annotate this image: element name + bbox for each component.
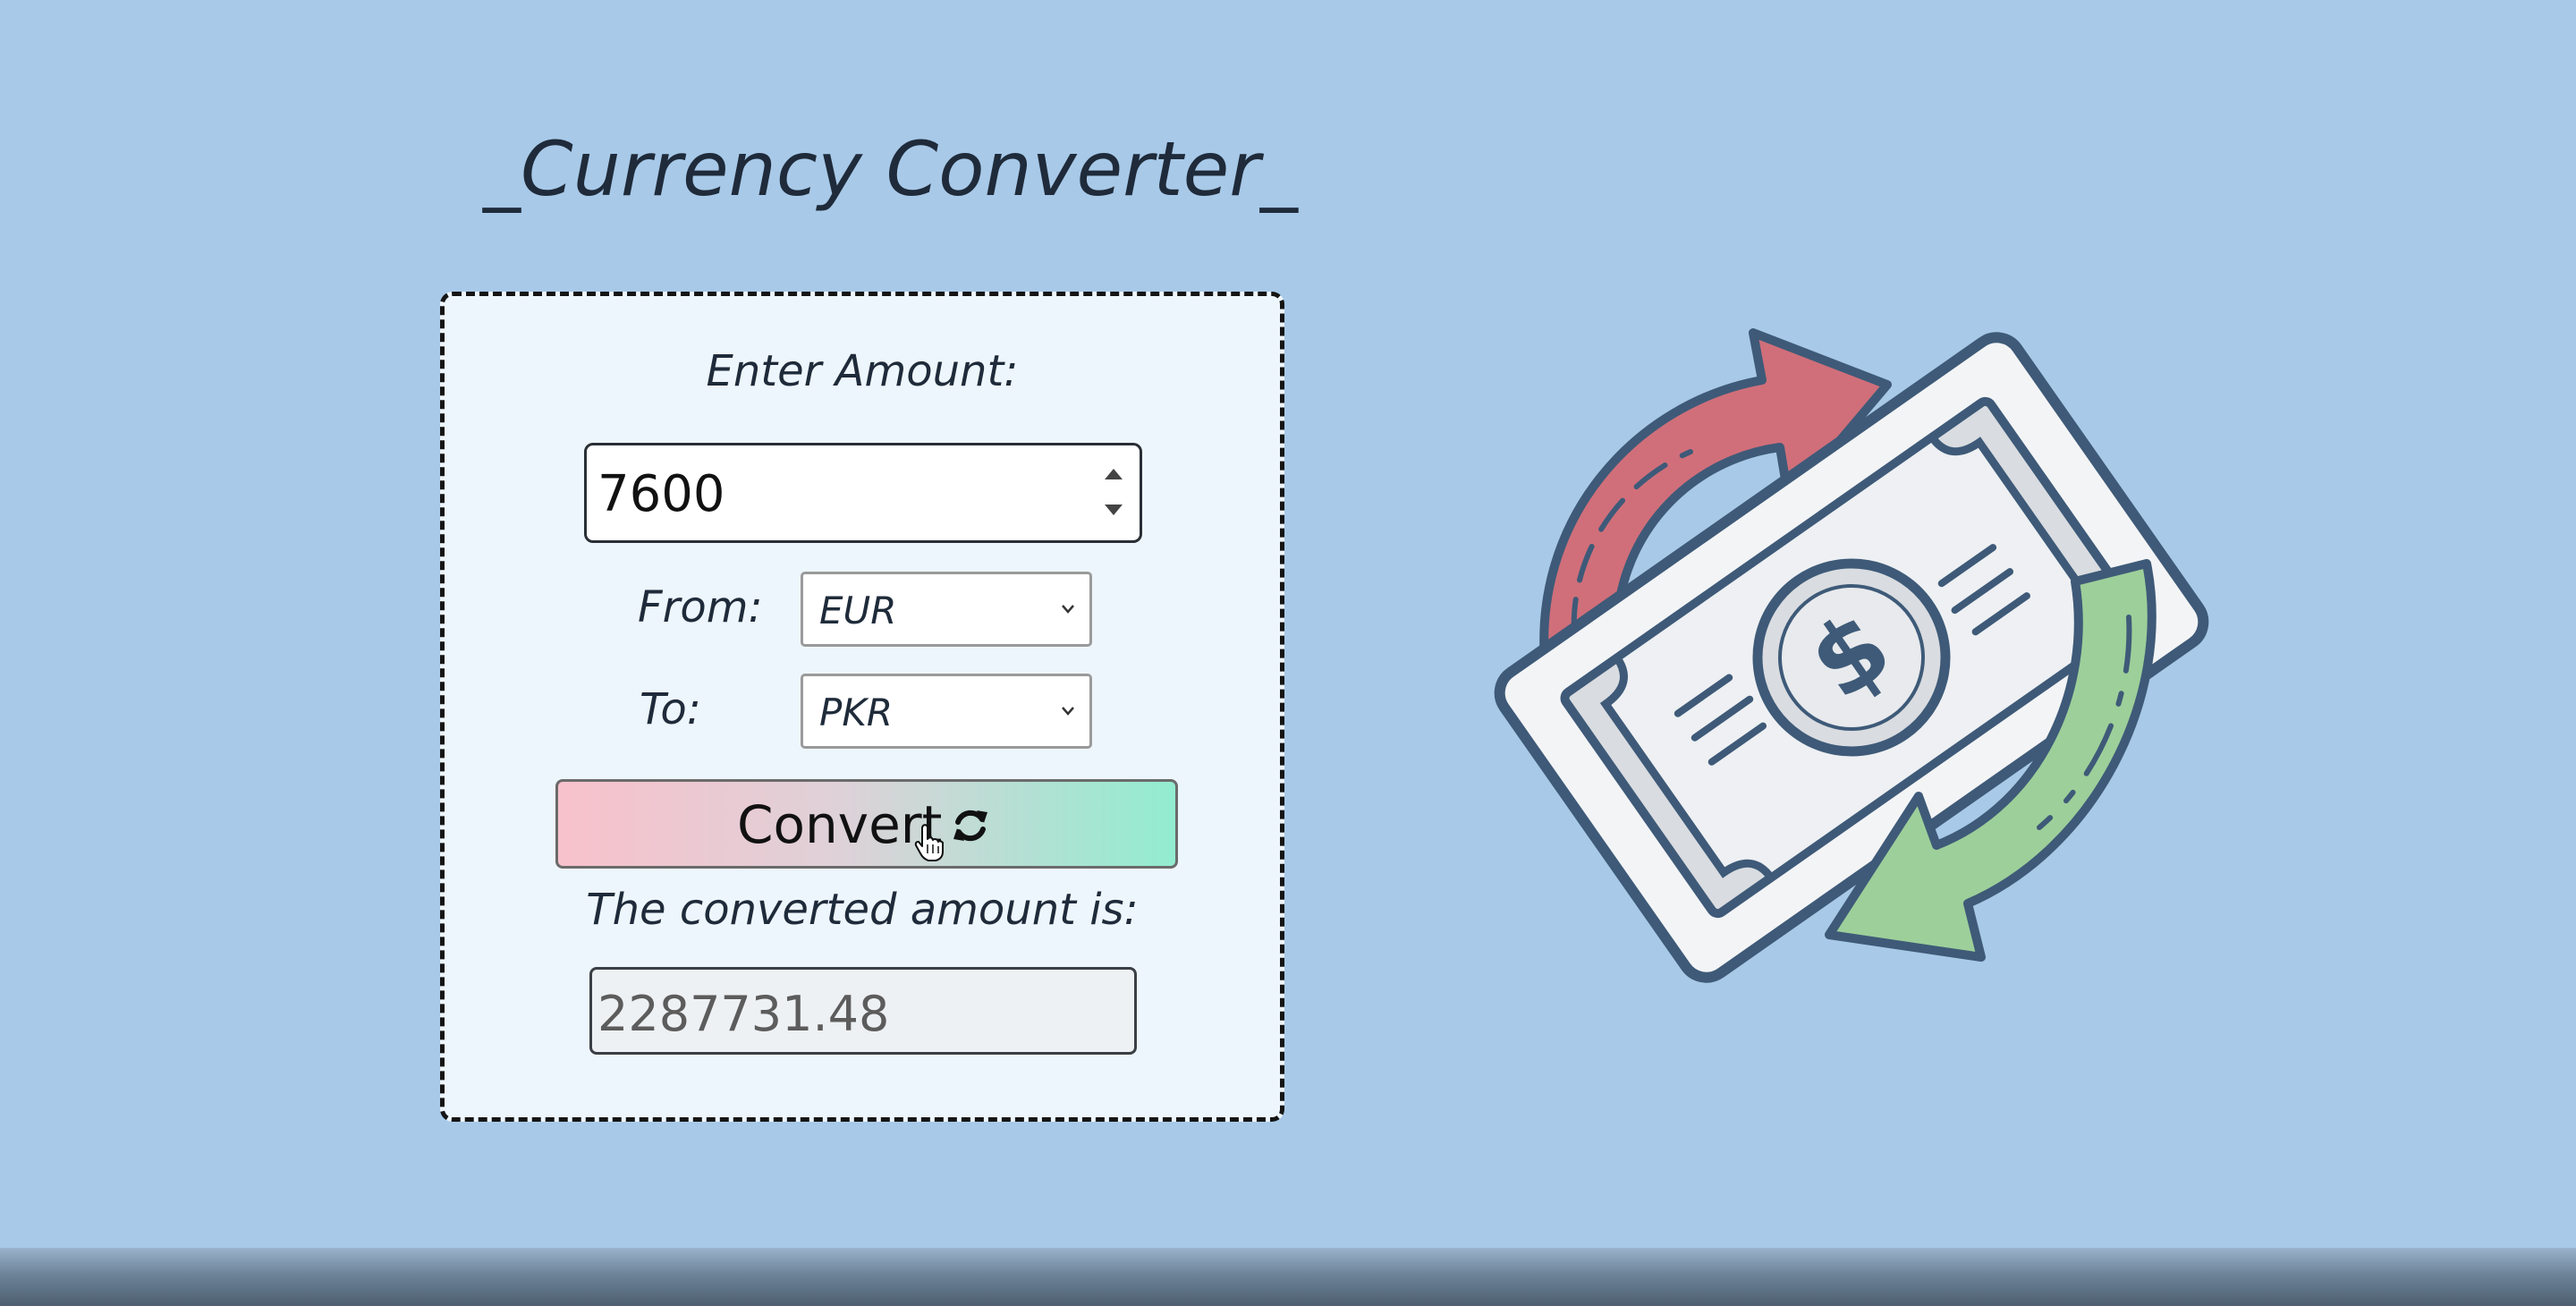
money-exchange-icon: $ xyxy=(1494,328,2209,983)
to-currency-select[interactable]: PKR xyxy=(801,674,1092,749)
chevron-down-icon xyxy=(1062,707,1074,716)
convert-button-label: Convert xyxy=(737,794,943,855)
hand-pointer-icon xyxy=(914,824,944,861)
page: _Currency Converter_ Enter Amount: 7600 … xyxy=(0,0,2576,1306)
result-label: The converted amount is: xyxy=(586,885,1139,935)
result-field: 2287731.48 xyxy=(589,967,1137,1055)
converter-card: Enter Amount: 7600 From: EUR To: PKR Con… xyxy=(440,292,1284,1122)
amount-input[interactable]: 7600 xyxy=(584,443,1142,543)
spin-up-icon[interactable] xyxy=(1105,469,1123,479)
convert-button[interactable]: Convert xyxy=(555,779,1178,869)
spin-down-icon[interactable] xyxy=(1105,505,1123,515)
to-label: To: xyxy=(640,684,701,734)
chevron-down-icon xyxy=(1062,605,1074,614)
bottom-edge-bar xyxy=(0,1248,2576,1306)
page-title: _Currency Converter_ xyxy=(483,125,1298,213)
to-currency-value: PKR xyxy=(819,691,894,734)
amount-value: 7600 xyxy=(597,465,725,523)
from-label: From: xyxy=(638,582,763,632)
from-currency-value: EUR xyxy=(819,589,897,632)
number-spinner[interactable] xyxy=(1100,458,1131,530)
refresh-icon xyxy=(953,810,987,842)
amount-label: Enter Amount: xyxy=(706,346,1019,396)
from-currency-select[interactable]: EUR xyxy=(801,572,1092,647)
result-value: 2287731.48 xyxy=(597,986,890,1042)
